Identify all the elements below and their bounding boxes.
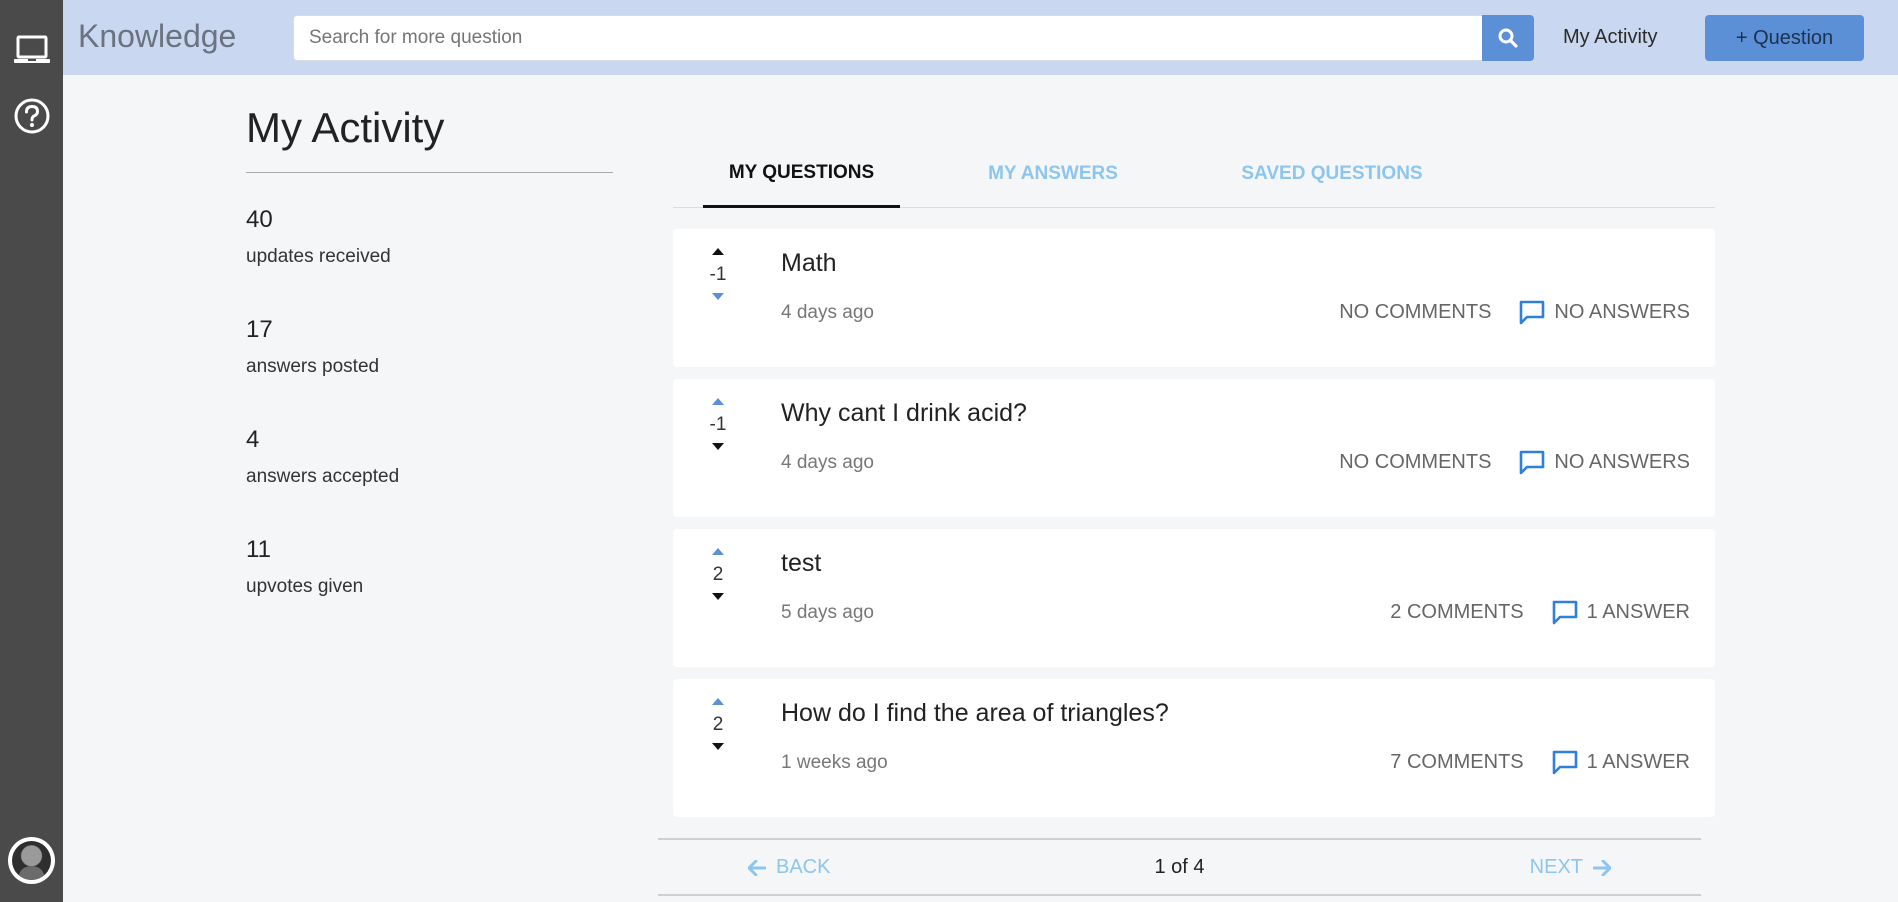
my-activity-link[interactable]: My Activity xyxy=(1563,26,1657,49)
comments-count[interactable]: 7 COMMENTS xyxy=(1390,751,1523,774)
question-card: -1 Why cant I drink acid? 4 days ago NO … xyxy=(673,379,1715,517)
tab-saved-questions[interactable]: SAVED QUESTIONS xyxy=(1223,140,1441,208)
vote-control: 2 xyxy=(703,697,733,751)
stat-value: 11 xyxy=(246,536,271,563)
avatar-image xyxy=(12,841,51,880)
comments-count[interactable]: NO COMMENTS xyxy=(1339,301,1491,324)
page-title: My Activity xyxy=(246,104,445,151)
question-meta: NO COMMENTS NO ANSWERS xyxy=(1339,449,1690,475)
question-title[interactable]: Why cant I drink acid? xyxy=(781,399,1027,428)
question-meta: NO COMMENTS NO ANSWERS xyxy=(1339,299,1690,325)
question-card: 2 test 5 days ago 2 COMMENTS 1 ANSWER xyxy=(673,529,1715,667)
downvote-arrow-icon[interactable] xyxy=(711,592,725,601)
answers-count[interactable]: 1 ANSWER xyxy=(1587,601,1690,624)
vote-control: -1 xyxy=(703,247,733,301)
laptop-icon[interactable] xyxy=(0,30,63,70)
downvote-arrow-icon[interactable] xyxy=(711,742,725,751)
question-title[interactable]: Math xyxy=(781,249,837,278)
help-circle-icon[interactable] xyxy=(0,96,63,136)
vote-control: -1 xyxy=(703,397,733,451)
question-card: -1 Math 4 days ago NO COMMENTS NO ANSWER… xyxy=(673,229,1715,367)
tab-my-answers[interactable]: MY ANSWERS xyxy=(973,140,1133,208)
vote-score: 2 xyxy=(712,564,724,585)
pagination: BACK 1 of 4 NEXT xyxy=(658,838,1701,896)
stat-value: 17 xyxy=(246,316,273,343)
upvote-arrow-icon[interactable] xyxy=(711,697,725,706)
vote-score: 2 xyxy=(712,714,724,735)
question-meta: 2 COMMENTS 1 ANSWER xyxy=(1390,599,1690,625)
stat-answers-accepted: 4 answers accepted xyxy=(246,426,399,488)
answers-count[interactable]: NO ANSWERS xyxy=(1554,451,1690,474)
answers-count[interactable]: 1 ANSWER xyxy=(1587,751,1690,774)
vote-score: -1 xyxy=(709,414,727,435)
search-button[interactable] xyxy=(1482,15,1534,61)
question-time: 4 days ago xyxy=(781,452,874,473)
activity-tabs: MY QUESTIONS MY ANSWERS SAVED QUESTIONS xyxy=(673,140,1715,208)
question-time: 1 weeks ago xyxy=(781,752,888,773)
answer-bubble-icon xyxy=(1518,449,1546,475)
question-time: 4 days ago xyxy=(781,302,874,323)
upvote-arrow-icon[interactable] xyxy=(711,547,725,556)
stat-label: answers posted xyxy=(246,356,380,377)
upvote-arrow-icon[interactable] xyxy=(711,397,725,406)
tab-my-questions[interactable]: MY QUESTIONS xyxy=(703,140,900,208)
vote-score: -1 xyxy=(709,264,727,285)
stat-label: updates received xyxy=(246,246,391,267)
question-meta: 7 COMMENTS 1 ANSWER xyxy=(1390,749,1690,775)
search-bar xyxy=(293,15,1534,61)
comments-count[interactable]: 2 COMMENTS xyxy=(1390,601,1523,624)
comments-count[interactable]: NO COMMENTS xyxy=(1339,451,1491,474)
user-avatar[interactable] xyxy=(8,837,55,884)
top-bar: Knowledge My Activity + Question xyxy=(63,0,1898,75)
question-title[interactable]: test xyxy=(781,549,821,578)
answer-bubble-icon xyxy=(1551,749,1579,775)
vote-control: 2 xyxy=(703,547,733,601)
left-rail xyxy=(0,0,63,902)
arrow-right-icon xyxy=(1593,859,1611,876)
title-divider xyxy=(246,172,613,173)
stat-upvotes-given: 11 upvotes given xyxy=(246,536,363,598)
stat-updates-received: 40 updates received xyxy=(246,206,391,268)
question-title[interactable]: How do I find the area of triangles? xyxy=(781,699,1169,728)
add-question-button[interactable]: + Question xyxy=(1705,15,1864,61)
downvote-arrow-icon[interactable] xyxy=(711,292,725,301)
answer-bubble-icon xyxy=(1518,299,1546,325)
stat-label: answers accepted xyxy=(246,466,400,487)
stat-answers-posted: 17 answers posted xyxy=(246,316,379,378)
stat-value: 4 xyxy=(246,426,260,453)
next-label: NEXT xyxy=(1529,856,1583,878)
question-card: 2 How do I find the area of triangles? 1… xyxy=(673,679,1715,817)
stat-value: 40 xyxy=(246,206,273,233)
search-icon xyxy=(1498,28,1518,48)
next-button[interactable]: NEXT xyxy=(1530,856,1611,879)
upvote-arrow-icon[interactable] xyxy=(711,247,725,256)
downvote-arrow-icon[interactable] xyxy=(711,442,725,451)
answers-count[interactable]: NO ANSWERS xyxy=(1554,301,1690,324)
stat-label: upvotes given xyxy=(246,576,364,597)
answer-bubble-icon xyxy=(1551,599,1579,625)
search-input[interactable] xyxy=(293,15,1482,61)
brand-logo[interactable]: Knowledge xyxy=(78,18,236,55)
question-time: 5 days ago xyxy=(781,602,874,623)
